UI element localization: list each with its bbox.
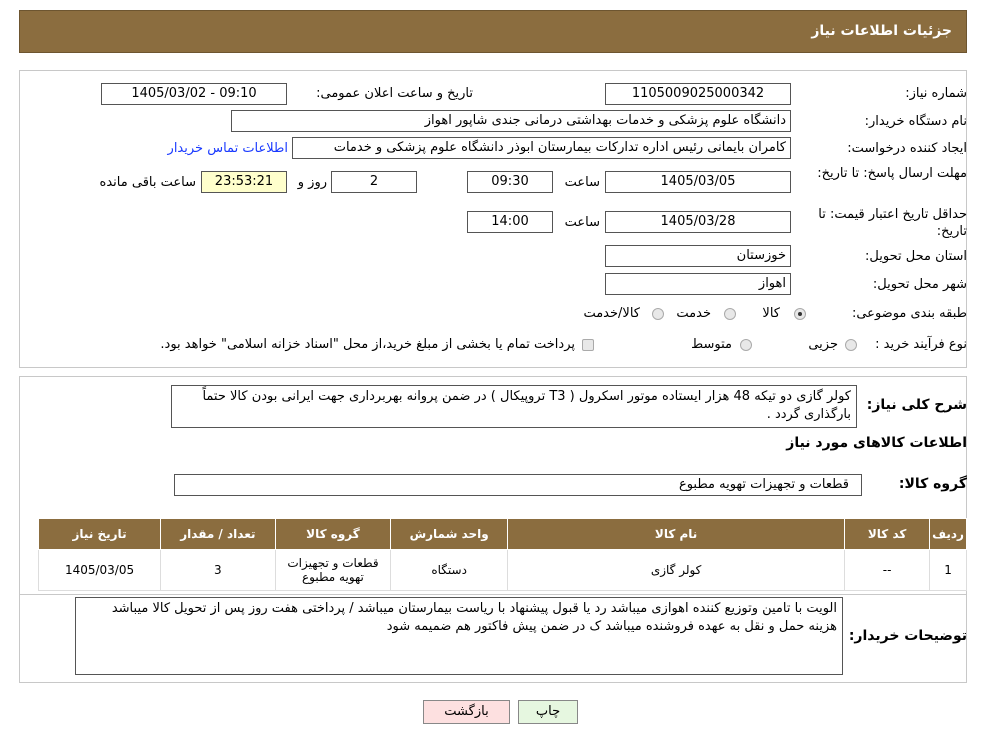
buyer-contact-link[interactable]: اطلاعات تماس خریدار <box>168 141 288 156</box>
category-service-radio[interactable] <box>724 308 736 320</box>
remaining-label: ساعت باقی مانده <box>99 175 196 190</box>
cell-unit: دستگاه <box>390 549 509 591</box>
col-group: گروه کالا <box>274 518 392 550</box>
table-row: 1 -- کولر گازی دستگاه قطعات و تجهیزات ته… <box>37 549 967 591</box>
goods-group-label: گروه کالا: <box>898 476 967 492</box>
announce-datetime-field: 1405/03/02 - 09:10 <box>101 83 287 105</box>
days-field: 2 <box>331 171 417 193</box>
category-goods-service-label: کالا/خدمت <box>583 306 640 321</box>
goods-table-header: ردیف کد کالا نام کالا واحد شمارش گروه کا… <box>37 518 967 550</box>
buyer-org-label: نام دستگاه خریدار: <box>864 114 967 129</box>
category-service-label: خدمت <box>676 306 711 321</box>
cell-qty: 3 <box>160 549 276 591</box>
province-label: استان محل تحویل: <box>865 249 967 264</box>
purchase-type-label: نوع فرآیند خرید : <box>875 337 967 352</box>
col-name: نام کالا <box>507 518 846 550</box>
cell-name: کولر گازی <box>507 549 846 591</box>
day-and-label: روز و <box>297 175 327 190</box>
cell-row: 1 <box>929 549 967 591</box>
goods-info-title: اطلاعات کالاهای مورد نیاز <box>786 435 967 451</box>
purchase-medium-label: متوسط <box>691 337 732 352</box>
page-header: جزئیات اطلاعات نیاز <box>19 10 967 53</box>
treasury-note: پرداخت تمام یا بخشی از مبلغ خرید،از محل … <box>160 337 575 352</box>
treasury-checkbox[interactable] <box>582 339 594 351</box>
province-field: خوزستان <box>605 245 791 267</box>
col-unit: واحد شمارش <box>390 518 509 550</box>
validity-hour-field: 14:00 <box>467 211 553 233</box>
announce-datetime-label: تاریخ و ساعت اعلان عمومی: <box>316 86 473 101</box>
category-label: طبقه بندی موضوعی: <box>851 306 967 321</box>
cell-group: قطعات و تجهیزات تهویه مطبوع <box>274 549 392 591</box>
category-goods-service-radio[interactable] <box>652 308 664 320</box>
buyer-org-field: دانشگاه علوم پزشکی و خدمات بهداشتی درمان… <box>231 110 791 132</box>
buyer-notes-textarea[interactable]: الویت با تامین وتوزیع کننده اهوازی میباش… <box>75 597 843 675</box>
col-qty: تعداد / مقدار <box>160 518 276 550</box>
cell-date: 1405/03/05 <box>37 549 162 591</box>
validity-hour-label: ساعت <box>564 215 600 230</box>
goods-table: ردیف کد کالا نام کالا واحد شمارش گروه کا… <box>37 518 967 591</box>
goods-group-field: قطعات و تجهیزات تهویه مطبوع <box>174 474 862 496</box>
category-goods-label: کالا <box>762 306 780 321</box>
requester-field: کامران بایمانی رئیس اداره تدارکات بیمارس… <box>292 137 791 159</box>
city-field: اهواز <box>605 273 791 295</box>
goods-table-wrap: ردیف کد کالا نام کالا واحد شمارش گروه کا… <box>37 518 967 591</box>
back-button[interactable]: بازگشت <box>423 700 510 724</box>
need-number-field: 1105009025000342 <box>605 83 791 105</box>
price-validity-label: حداقل تاریخ اعتبار قیمت: تا تاریخ: <box>818 207 967 239</box>
validity-date-field: 1405/03/28 <box>605 211 791 233</box>
remaining-time-field: 23:53:21 <box>201 171 287 193</box>
purchase-partial-radio[interactable] <box>845 339 857 351</box>
purchase-partial-label: جزیی <box>808 337 838 352</box>
summary-textarea[interactable]: کولر گازی دو تیکه 48 هزار ایستاده موتور … <box>171 385 857 428</box>
send-deadline-label: مهلت ارسال پاسخ: تا تاریخ: <box>817 166 967 181</box>
col-row: ردیف <box>929 518 967 550</box>
col-date: تاریخ نیاز <box>37 518 162 550</box>
buyer-notes-label: توضیحات خریدار: <box>848 628 967 644</box>
need-number-label: شماره نیاز: <box>905 86 967 101</box>
col-code: کد کالا <box>844 518 931 550</box>
send-date-field: 1405/03/05 <box>605 171 791 193</box>
send-hour-label: ساعت <box>564 175 600 190</box>
print-button[interactable]: چاپ <box>518 700 578 724</box>
requester-label: ایجاد کننده درخواست: <box>847 141 967 156</box>
summary-label: شرح کلی نیاز: <box>866 397 967 413</box>
page-title: جزئیات اطلاعات نیاز <box>811 23 952 39</box>
send-hour-field: 09:30 <box>467 171 553 193</box>
category-goods-radio[interactable] <box>794 308 806 320</box>
city-label: شهر محل تحویل: <box>872 277 967 292</box>
cell-code: -- <box>844 549 931 591</box>
purchase-medium-radio[interactable] <box>740 339 752 351</box>
